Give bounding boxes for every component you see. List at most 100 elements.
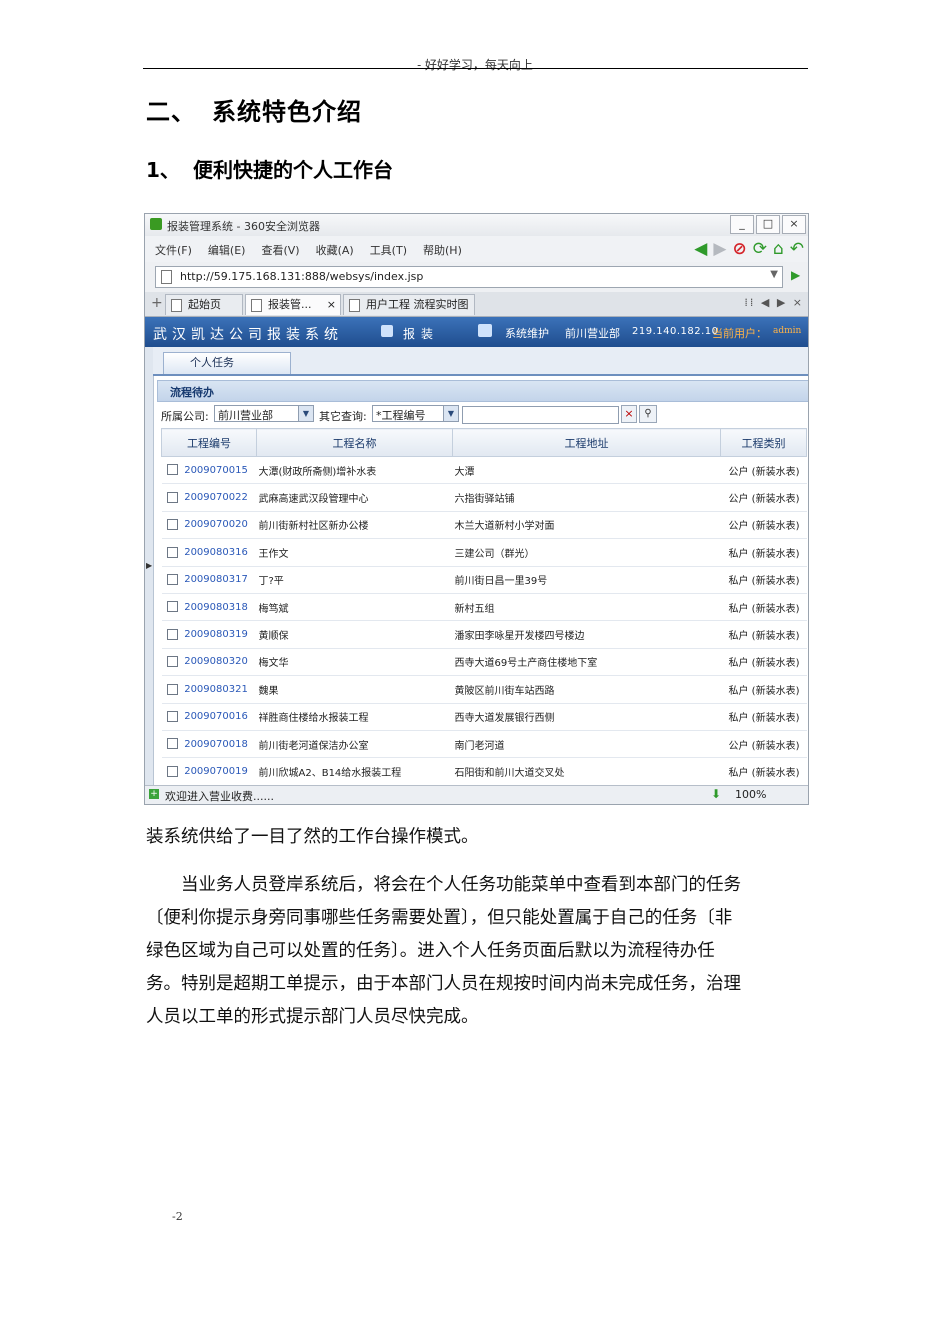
project-type: 私户 (新装水表): [720, 648, 807, 677]
download-icon[interactable]: ⬇: [711, 787, 721, 801]
url-field[interactable]: http://59.175.168.131:888/websys/index.j…: [155, 266, 783, 288]
address-bar: http://59.175.168.131:888/websys/index.j…: [145, 262, 808, 292]
close-window-button[interactable]: ×: [782, 215, 806, 234]
table-row[interactable]: 2009080319 黄顺保 潘家田李咏星开发楼四号楼边 私户 (新装水表): [161, 620, 807, 649]
project-address: 西寺大道发展银行西侧: [452, 703, 721, 731]
table-row[interactable]: 2009080320 梅文华 西寺大道69号土产商住楼地下室 私户 (新装水表): [161, 648, 807, 677]
chevron-down-icon[interactable]: ▼: [298, 406, 313, 421]
tab-flow-chart[interactable]: 用户工程 流程实时图: [343, 294, 475, 315]
column-header-address[interactable]: 工程地址: [452, 428, 721, 457]
tab-label: 起始页: [188, 298, 221, 311]
tab-personal-task[interactable]: 个人任务: [163, 352, 291, 374]
project-name: 前川街新村社区新办公楼: [256, 511, 453, 540]
table-row[interactable]: 2009070015 大潭(财政所斋侧)增补水表 大潭 公户 (新装水表): [161, 456, 807, 485]
zoom-level[interactable]: 100%: [735, 788, 766, 801]
baozhuang-menu[interactable]: 报装: [403, 325, 439, 342]
row-checkbox[interactable]: [161, 593, 185, 622]
row-checkbox[interactable]: [161, 483, 185, 512]
tab-baozhuang[interactable]: 报装管... ×: [245, 294, 341, 315]
project-id-link[interactable]: 2009070016: [184, 703, 257, 731]
table-row[interactable]: 2009080321 魏果 黄陂区前川街车站西路 私户 (新装水表): [161, 675, 807, 704]
other-query-label: 其它查询:: [319, 410, 367, 423]
menu-help[interactable]: 帮助(H): [423, 242, 462, 258]
project-id-link[interactable]: 2009070019: [184, 757, 257, 786]
row-checkbox[interactable]: [161, 648, 185, 677]
undo-icon[interactable]: ↶: [790, 239, 804, 259]
forward-icon[interactable]: ▶: [713, 239, 726, 259]
page-icon: [161, 270, 172, 284]
project-id-link[interactable]: 2009070020: [184, 511, 257, 540]
project-type: 私户 (新装水表): [720, 620, 807, 649]
back-icon[interactable]: ◀: [694, 239, 707, 259]
maximize-button[interactable]: □: [756, 215, 780, 234]
menu-view[interactable]: 查看(V): [261, 242, 299, 258]
clear-icon[interactable]: ×: [621, 405, 637, 423]
row-checkbox[interactable]: [161, 675, 185, 704]
row-checkbox[interactable]: [161, 456, 185, 485]
menu-list: 文件(F) 编辑(E) 查看(V) 收藏(A) 工具(T) 帮助(H): [155, 242, 462, 258]
search-icon[interactable]: ⚲: [639, 405, 657, 423]
body-paragraph-line: 务。特别是超期工单提示，由于本部门人员在规按时间内尚未完成任务，治理: [146, 974, 741, 994]
project-address: 木兰大道新村小学对面: [452, 511, 721, 540]
project-id-link[interactable]: 2009070022: [184, 483, 257, 512]
url-dropdown-icon[interactable]: ▼: [770, 269, 778, 280]
project-id-link[interactable]: 2009080321: [184, 675, 257, 704]
table-row[interactable]: 2009080317 丁?平 前川街日昌一里39号 私户 (新装水表): [161, 566, 807, 594]
company-select[interactable]: 前川营业部 ▼: [214, 405, 314, 422]
table-row[interactable]: 2009070022 武麻高速武汉段管理中心 六指街驿站铺 公户 (新装水表): [161, 483, 807, 512]
table-row[interactable]: 2009070016 祥胜商住楼给水报装工程 西寺大道发展银行西侧 私户 (新装水表): [161, 703, 807, 731]
menu-file[interactable]: 文件(F): [155, 242, 192, 258]
menu-favorites[interactable]: 收藏(A): [316, 242, 354, 258]
project-name: 丁?平: [256, 566, 453, 594]
project-id-link[interactable]: 2009080320: [184, 648, 257, 677]
subsection-heading-number: 1、: [146, 158, 180, 182]
expand-icon[interactable]: ▶: [146, 561, 152, 570]
close-tab-icon[interactable]: ×: [327, 295, 336, 315]
search-input[interactable]: [462, 406, 619, 424]
project-id-link[interactable]: 2009080318: [184, 593, 257, 622]
row-checkbox[interactable]: [161, 757, 185, 786]
table-row[interactable]: 2009070020 前川街新村社区新办公楼 木兰大道新村小学对面 公户 (新装水表): [161, 511, 807, 540]
table-row[interactable]: 2009080318 梅笃斌 新村五组 私户 (新装水表): [161, 593, 807, 622]
tab-start-page[interactable]: 起始页: [165, 294, 243, 315]
nav-toolbar: ◀ ▶ ⊘ ⟳ ⌂ ↶: [694, 239, 804, 259]
query-field-select[interactable]: *工程编号 ▼: [372, 405, 459, 422]
row-checkbox[interactable]: [161, 566, 185, 594]
project-id-link[interactable]: 2009080316: [184, 538, 257, 567]
project-type: 私户 (新装水表): [720, 538, 807, 567]
url-text: http://59.175.168.131:888/websys/index.j…: [180, 270, 424, 283]
left-collapse-strip[interactable]: ▶: [145, 347, 154, 785]
body-paragraph-line: 装系统供给了一目了然的工作台操作模式。: [146, 827, 479, 847]
column-header-type[interactable]: 工程类别: [720, 428, 807, 457]
row-checkbox[interactable]: [161, 730, 185, 759]
menu-tools[interactable]: 工具(T): [370, 242, 407, 258]
tab-controls[interactable]: ⁞⁞ ◀ ▶ ×: [744, 296, 804, 309]
stop-icon[interactable]: ⊘: [732, 239, 746, 259]
table-row[interactable]: 2009070019 前川欣城A2、B14给水报装工程 石阳街和前川大道交叉处 私户 …: [161, 757, 807, 786]
new-tab-icon[interactable]: +: [151, 295, 163, 311]
row-checkbox[interactable]: [161, 703, 185, 731]
row-checkbox[interactable]: [161, 538, 185, 567]
project-id-link[interactable]: 2009070015: [184, 456, 257, 485]
subsection-heading: 1、 便利快捷的个人工作台: [146, 154, 393, 183]
column-header-id[interactable]: 工程编号: [161, 428, 257, 457]
row-checkbox[interactable]: [161, 620, 185, 649]
project-id-link[interactable]: 2009070018: [184, 730, 257, 759]
row-checkbox[interactable]: [161, 511, 185, 540]
sysmaint-menu[interactable]: 系统维护: [505, 325, 549, 341]
project-name: 前川欣城A2、B14给水报装工程: [256, 757, 453, 786]
go-icon[interactable]: ▶: [791, 268, 805, 284]
project-name: 祥胜商住楼给水报装工程: [256, 703, 453, 731]
menu-edit[interactable]: 编辑(E): [208, 242, 246, 258]
project-id-link[interactable]: 2009080317: [184, 566, 257, 594]
chevron-down-icon[interactable]: ▼: [443, 406, 458, 421]
project-id-link[interactable]: 2009080319: [184, 620, 257, 649]
table-row[interactable]: 2009080316 王作文 三建公司（群光） 私户 (新装水表): [161, 538, 807, 567]
project-type: 私户 (新装水表): [720, 593, 807, 622]
column-header-name[interactable]: 工程名称: [256, 428, 453, 457]
minimize-button[interactable]: _: [730, 215, 754, 234]
refresh-icon[interactable]: ⟳: [753, 239, 767, 259]
status-ok-icon: +: [149, 789, 159, 799]
home-icon[interactable]: ⌂: [773, 239, 784, 259]
table-row[interactable]: 2009070018 前川街老河道保洁办公室 南门老河道 公户 (新装水表): [161, 730, 807, 759]
